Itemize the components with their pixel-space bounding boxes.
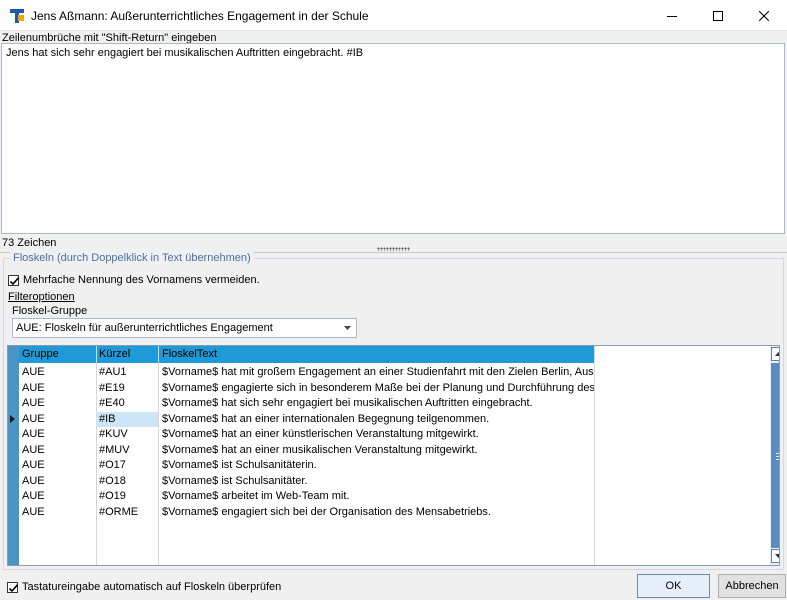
table-row[interactable]: AUE #E40 $Vorname$ hat sich sehr engagiert…	[19, 396, 594, 411]
maximize-button[interactable]	[695, 0, 741, 31]
cell-kuerzel[interactable]: #O19	[99, 490, 159, 502]
minimize-button[interactable]	[649, 0, 695, 31]
cell-floskeltext[interactable]: $Vorname$ hat an einer internationalen B…	[162, 413, 594, 425]
cell-floskeltext[interactable]: $Vorname$ hat an einer musikalischen Ver…	[162, 444, 594, 456]
group-select-value: AUE: Floskeln für außerunterrichtliches …	[16, 322, 273, 334]
cell-floskeltext[interactable]: $Vorname$ hat an einer künstlerischen Ve…	[162, 428, 594, 440]
editor-content[interactable]: Jens hat sich sehr engagiert bei musikal…	[6, 47, 363, 59]
char-count: 73 Zeichen	[2, 237, 57, 249]
column-separator	[594, 346, 595, 565]
cell-gruppe[interactable]: AUE	[22, 397, 94, 409]
table-row[interactable]: AUE #ORME $Vorname$ engagiert sich bei der…	[19, 505, 594, 520]
auto-check-label[interactable]: Tastatureingabe automatisch auf Floskeln…	[22, 581, 281, 593]
cell-gruppe[interactable]: AUE	[22, 428, 94, 440]
table-row[interactable]: AUE #IB $Vorname$ hat an einer internation…	[19, 411, 594, 427]
cell-kuerzel[interactable]: #E19	[99, 382, 159, 394]
table-row[interactable]: AUE #AU1 $Vorname$ hat mit großem Engageme…	[19, 365, 594, 380]
cell-gruppe[interactable]: AUE	[22, 366, 94, 378]
cell-kuerzel[interactable]: #MUV	[99, 444, 159, 456]
close-button[interactable]	[741, 0, 787, 31]
cell-gruppe[interactable]: AUE	[22, 382, 94, 394]
column-header-floskeltext[interactable]: FloskelText	[162, 348, 217, 360]
ok-button[interactable]: OK	[637, 574, 710, 598]
cell-kuerzel[interactable]: #ORME	[99, 506, 159, 518]
chevron-up-icon	[774, 352, 779, 356]
cell-floskeltext[interactable]: $Vorname$ ist Schulsanitäter.	[162, 475, 594, 487]
title-bar: Jens Aßmann: Außerunterrichtliches Engag…	[0, 0, 787, 31]
group-select-label: Floskel-Gruppe	[12, 305, 88, 317]
cell-kuerzel[interactable]: #KUV	[99, 428, 159, 440]
splitter-handle[interactable]	[377, 247, 410, 251]
scroll-grip-icon	[776, 453, 779, 460]
checkmark-icon	[8, 584, 19, 593]
close-icon	[759, 10, 769, 21]
cell-gruppe[interactable]: AUE	[22, 459, 94, 471]
cell-floskeltext[interactable]: $Vorname$ arbeitet im Web-Team mit.	[162, 490, 594, 502]
cell-kuerzel[interactable]: #O17	[99, 459, 159, 471]
table-header: Gruppe Kürzel FloskelText	[19, 346, 594, 363]
cell-kuerzel[interactable]: #E40	[99, 397, 159, 409]
filter-options-link[interactable]: Filteroptionen	[8, 291, 75, 303]
current-row-arrow-icon	[10, 414, 15, 423]
floskeln-table[interactable]: Gruppe Kürzel FloskelText AUE #AU1 $Vornam…	[7, 345, 780, 566]
cell-floskeltext[interactable]: $Vorname$ ist Schulsanitäterin.	[162, 459, 594, 471]
cell-floskeltext[interactable]: $Vorname$ engagiert sich bei der Organis…	[162, 506, 594, 518]
table-row[interactable]: AUE #MUV $Vorname$ hat an einer musikalisc…	[19, 443, 594, 458]
avoid-repeat-label[interactable]: Mehrfache Nennung des Vornamens vermeide…	[23, 274, 260, 286]
checkmark-icon	[9, 277, 20, 286]
scroll-thumb[interactable]	[771, 363, 779, 548]
cell-kuerzel[interactable]: #O18	[99, 475, 159, 487]
table-row[interactable]: AUE #E19 $Vorname$ engagierte sich in beso…	[19, 381, 594, 396]
chevron-down-icon	[344, 326, 351, 330]
cell-floskeltext[interactable]: $Vorname$ hat sich sehr engagiert bei mu…	[162, 397, 594, 409]
window-title: Jens Aßmann: Außerunterrichtliches Engag…	[31, 9, 369, 23]
floskeln-group-title: Floskeln (durch Doppelklick in Text über…	[10, 252, 254, 264]
auto-check-checkbox[interactable]	[7, 582, 19, 593]
cell-gruppe[interactable]: AUE	[22, 444, 94, 456]
scroll-up-button[interactable]	[771, 347, 779, 361]
cell-gruppe[interactable]: AUE	[22, 475, 94, 487]
cell-gruppe[interactable]: AUE	[22, 490, 94, 502]
cell-kuerzel[interactable]: #AU1	[99, 366, 159, 378]
column-header-kuerzel[interactable]: Kürzel	[99, 348, 130, 360]
text-editor[interactable]: Jens hat sich sehr engagiert bei musikal…	[1, 43, 785, 234]
table-row[interactable]: AUE #O17 $Vorname$ ist Schulsanitäterin.	[19, 458, 594, 473]
table-row[interactable]: AUE #KUV $Vorname$ hat an einer künstleris…	[19, 427, 594, 442]
maximize-icon	[713, 10, 723, 21]
cell-gruppe[interactable]: AUE	[22, 506, 94, 518]
cancel-button[interactable]: Abbrechen	[718, 574, 786, 598]
table-row[interactable]: AUE #O18 $Vorname$ ist Schulsanitäter.	[19, 474, 594, 489]
cell-floskeltext[interactable]: $Vorname$ engagierte sich in besonderem …	[162, 382, 594, 394]
table-row[interactable]: AUE #O19 $Vorname$ arbeitet im Web-Team mi…	[19, 489, 594, 504]
chevron-down-icon	[774, 554, 779, 558]
column-header-gruppe[interactable]: Gruppe	[22, 348, 59, 360]
avoid-repeat-checkbox[interactable]	[8, 275, 20, 286]
vertical-scrollbar[interactable]	[770, 346, 779, 565]
minimize-icon	[667, 15, 677, 17]
cell-floskeltext[interactable]: $Vorname$ hat mit großem Engagement an e…	[162, 366, 594, 378]
cell-kuerzel[interactable]: #IB	[99, 413, 159, 425]
app-icon	[9, 8, 25, 24]
cell-gruppe[interactable]: AUE	[22, 413, 94, 425]
row-indicator-column	[8, 346, 19, 565]
scroll-down-button[interactable]	[771, 549, 779, 563]
group-select[interactable]: AUE: Floskeln für außerunterrichtliches …	[12, 318, 357, 338]
